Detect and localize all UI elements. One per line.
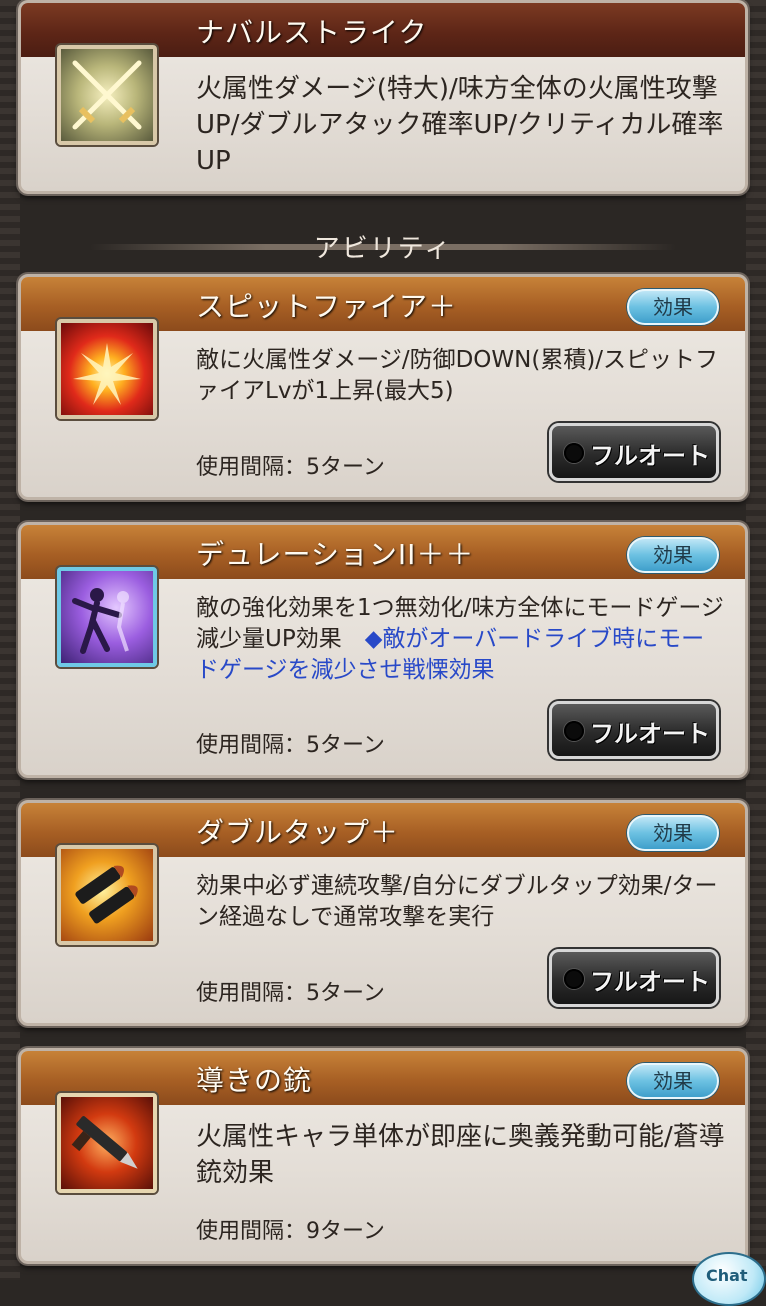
fullauto-label: フルオート	[590, 442, 710, 470]
ougi-card: ナバルストライク 火属性ダメージ(特大)/味方全体の火属性攻撃UP/ダブルアタッ…	[18, 0, 748, 194]
ability-name: 導きの銃	[196, 1064, 313, 1097]
ability-card-2: デュレーションII＋＋ 効果 敵の強化効果を1つ無効化/味方全体にモードゲージ減…	[18, 522, 748, 778]
fullauto-button[interactable]: フルオート	[549, 701, 719, 759]
fullauto-label: フルオート	[590, 968, 710, 996]
ability-name: ダブルタップ＋	[196, 816, 400, 849]
ability-card-3: ダブルタップ＋ 効果 効果中必ず連続攻撃/自分にダブルタップ効果/ターン経過なし…	[18, 800, 748, 1026]
toggle-dot-icon	[564, 969, 584, 989]
ability-section-title: アビリティ	[313, 234, 453, 264]
ougi-title: ナバルストライク	[196, 16, 428, 49]
right-border	[746, 0, 766, 1280]
ability-description: 敵に火属性ダメージ/防御DOWN(累積)/スピットファイアLvが1上昇(最大5)	[196, 347, 719, 404]
left-border	[0, 0, 20, 1280]
dancer-silhouette-icon	[57, 567, 157, 667]
effect-button[interactable]: 効果	[627, 815, 719, 851]
effect-button[interactable]: 効果	[627, 1063, 719, 1099]
chat-button[interactable]: Chat	[692, 1252, 766, 1306]
ougi-description: 火属性ダメージ(特大)/味方全体の火属性攻撃UP/ダブルアタック確率UP/クリテ…	[196, 74, 724, 176]
fire-burst-icon	[57, 319, 157, 419]
effect-button[interactable]: 効果	[627, 537, 719, 573]
ability-description: 火属性キャラ単体が即座に奥義発動可能/蒼導銃効果	[196, 1122, 725, 1188]
fullauto-label: フルオート	[590, 720, 710, 748]
fullauto-button[interactable]: フルオート	[549, 423, 719, 481]
ability-description: 敵の強化効果を1つ無効化/味方全体にモードゲージ減少量UP効果 ◆敵がオーバード…	[196, 593, 726, 686]
ability-interval: 使用間隔：5ターン	[196, 455, 385, 480]
ability-interval: 使用間隔：5ターン	[196, 733, 385, 758]
fullauto-button[interactable]: フルオート	[549, 949, 719, 1007]
ability-card-4: 導きの銃 効果 火属性キャラ単体が即座に奥義発動可能/蒼導銃効果 使用間隔：9タ…	[18, 1048, 748, 1264]
ability-name: スピットファイア＋	[196, 290, 458, 323]
blade-gun-icon	[57, 1093, 157, 1193]
toggle-dot-icon	[564, 721, 584, 741]
ability-interval: 使用間隔：9ターン	[196, 1219, 385, 1244]
effect-button[interactable]: 効果	[627, 289, 719, 325]
ability-card-1: スピットファイア＋ 効果 敵に火属性ダメージ/防御DOWN(累積)/スピットファ…	[18, 274, 748, 500]
crossed-swords-icon	[57, 45, 157, 145]
ability-description: 効果中必ず連続攻撃/自分にダブルタップ効果/ターン経過なしで通常攻撃を実行	[196, 873, 718, 930]
toggle-dot-icon	[564, 443, 584, 463]
chat-label: Chat	[706, 1266, 748, 1285]
ability-interval: 使用間隔：5ターン	[196, 981, 385, 1006]
ability-name: デュレーションII＋＋	[196, 538, 475, 571]
bullets-icon	[57, 845, 157, 945]
